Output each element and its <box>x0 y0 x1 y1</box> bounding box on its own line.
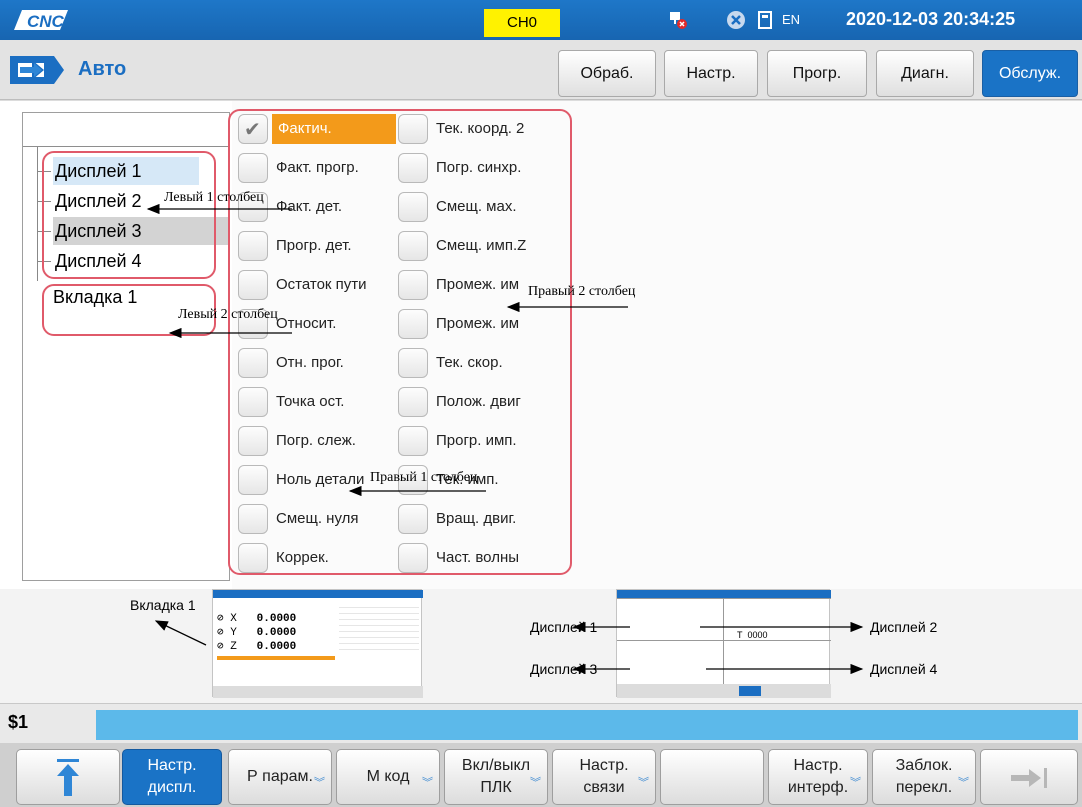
channel-label: $1 <box>8 712 29 732</box>
softkey-comm-settings[interactable]: Настр. связи ︾ <box>552 749 656 805</box>
layout-preview-area: Вкладка 1 ⊘ X 0.0000 ⊘ Y 0.0000 ⊘ Z 0.00… <box>0 589 1082 703</box>
datetime: 2020-12-03 20:34:25 <box>846 9 1016 29</box>
mode-title: Авто <box>78 58 127 80</box>
arrow-tab <box>154 620 207 646</box>
chevron-down-icon: ︾ <box>958 777 969 789</box>
next-page-icon <box>1011 768 1047 788</box>
nav-diagnostics[interactable]: Диагн. <box>876 50 974 97</box>
nav-program[interactable]: Прогр. <box>767 50 867 97</box>
softkey-up[interactable] <box>16 749 120 805</box>
logo-text: CNC <box>27 12 65 31</box>
language-indicator[interactable]: EN <box>782 9 800 31</box>
softkey-next[interactable] <box>980 749 1078 805</box>
chevron-down-icon: ︾ <box>530 777 541 789</box>
arrow-right-icon <box>10 56 64 84</box>
up-arrow-icon <box>57 759 79 796</box>
softkey-bar: Настр. диспл. Р парам. ︾ М код ︾ Вкл/выкл … <box>0 743 1082 807</box>
close-circle-icon[interactable] <box>726 10 746 30</box>
keyboard-icon <box>758 11 772 29</box>
softkey-m-code[interactable]: М код ︾ <box>336 749 440 805</box>
mode-bar: Авто Обраб. Настр. Прогр. Диагн. Обслуж. <box>0 40 1082 100</box>
softkey-empty[interactable] <box>660 749 764 805</box>
title-bar: CNC CH0 EN 2020-12-03 20:34:25 <box>0 0 1082 40</box>
chevron-down-icon: ︾ <box>314 777 325 789</box>
softkey-interface-settings[interactable]: Настр. интерф. ︾ <box>768 749 868 805</box>
channel-indicator[interactable]: CH0 <box>484 9 560 37</box>
softkey-plc-toggle[interactable]: Вкл/выкл ПЛК ︾ <box>444 749 548 805</box>
softkey-p-params[interactable]: Р парам. ︾ <box>228 749 332 805</box>
network-error-icon <box>670 12 687 29</box>
softkey-label: Настр. диспл. <box>147 757 197 796</box>
softkey-lock-switch[interactable]: Заблок. перекл. ︾ <box>872 749 976 805</box>
cnc-logo: CNC <box>14 10 68 31</box>
preview-arrows <box>154 620 864 675</box>
chevron-down-icon: ︾ <box>638 777 649 789</box>
chevron-down-icon: ︾ <box>422 777 433 789</box>
display-settings-panel: Дисплей 1 Дисплей 2 Дисплей 3 Дисплей 4 … <box>0 101 1082 703</box>
nav-maintenance[interactable]: Обслуж. <box>982 50 1078 97</box>
status-bar: $1 <box>0 703 1082 743</box>
nav-setup[interactable]: Настр. <box>664 50 758 97</box>
chevron-down-icon: ︾ <box>850 777 861 789</box>
nav-machining[interactable]: Обраб. <box>558 50 656 97</box>
command-line[interactable] <box>96 710 1078 740</box>
softkey-display-settings[interactable]: Настр. диспл. <box>122 749 222 805</box>
